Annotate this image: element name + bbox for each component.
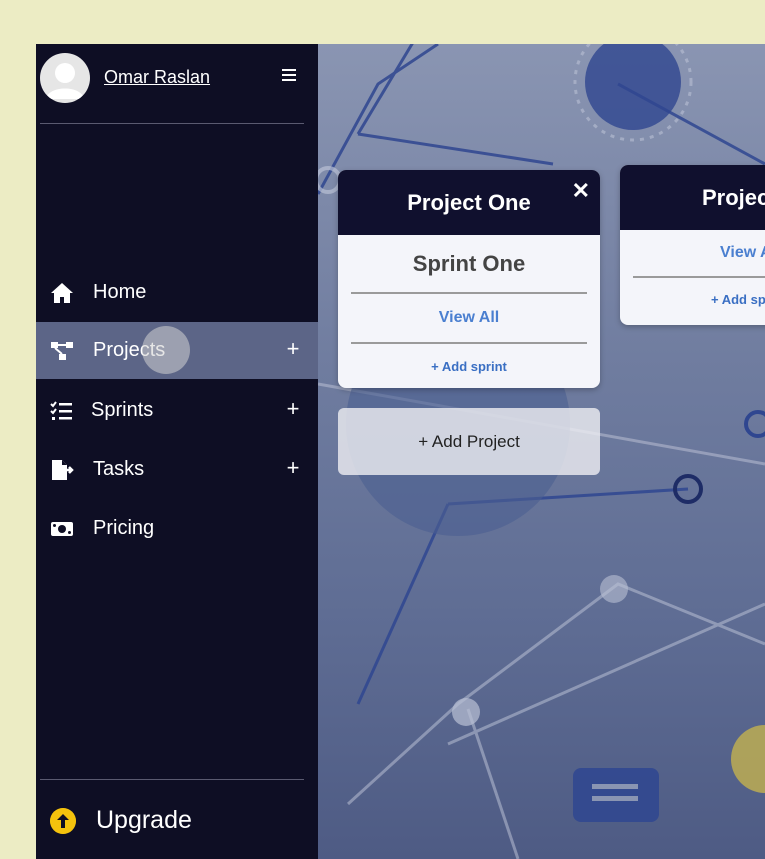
add-sprint-icon[interactable]: + <box>283 396 303 422</box>
add-sprint-link[interactable]: + Add sprint <box>620 278 765 322</box>
add-sprint-link[interactable]: + Add sprint <box>338 344 600 388</box>
sprints-icon <box>50 401 72 420</box>
close-icon[interactable]: ✕ <box>572 170 590 223</box>
sidebar-divider-top <box>40 123 304 124</box>
add-project-button[interactable]: + Add Project <box>338 408 600 475</box>
project-card-header: Project One ✕ <box>338 170 600 235</box>
sidebar-divider-bottom <box>40 779 304 780</box>
add-project-icon[interactable]: + <box>283 336 303 362</box>
click-ripple <box>142 326 190 374</box>
project-card: Project One ✕ Sprint One View All + Add … <box>338 170 600 388</box>
projects-icon <box>51 342 73 360</box>
view-all-link[interactable]: View All <box>620 230 765 276</box>
project-title: Project One <box>407 190 531 215</box>
project-card: Project Two View All + Add sprint <box>620 165 765 325</box>
project-title: Project Two <box>702 185 765 210</box>
upgrade-arrow-icon <box>50 808 76 834</box>
sidebar-item-projects[interactable]: Projects + <box>36 322 318 379</box>
project-card-header: Project Two <box>620 165 765 230</box>
sidebar-item-home[interactable]: Home <box>36 264 318 321</box>
home-icon <box>51 283 73 303</box>
sidebar-item-label: Home <box>93 281 147 303</box>
pricing-icon <box>51 522 73 536</box>
username-link[interactable]: Omar Raslan <box>104 67 210 88</box>
app-window: Omar Raslan Home Projects + Sprints + Ta… <box>36 44 765 859</box>
sidebar-item-label: Tasks <box>93 458 145 480</box>
add-task-icon[interactable]: + <box>283 455 303 481</box>
view-all-link[interactable]: View All <box>338 294 600 342</box>
sidebar: Omar Raslan Home Projects + Sprints + Ta… <box>36 44 318 859</box>
sidebar-item-label: Pricing <box>93 517 155 539</box>
sprint-name[interactable]: Sprint One <box>338 251 600 282</box>
hamburger-menu-icon[interactable] <box>280 66 300 86</box>
user-avatar-icon <box>46 63 84 99</box>
tasks-icon <box>52 460 74 480</box>
sidebar-item-pricing[interactable]: Pricing <box>36 500 318 557</box>
main-board: Project One ✕ Sprint One View All + Add … <box>318 44 765 859</box>
sidebar-item-label: Sprints <box>91 399 154 421</box>
upgrade-button[interactable]: Upgrade <box>96 806 192 835</box>
sidebar-item-tasks[interactable]: Tasks + <box>36 441 318 498</box>
avatar[interactable] <box>40 53 90 103</box>
sidebar-item-sprints[interactable]: Sprints + <box>36 382 318 439</box>
